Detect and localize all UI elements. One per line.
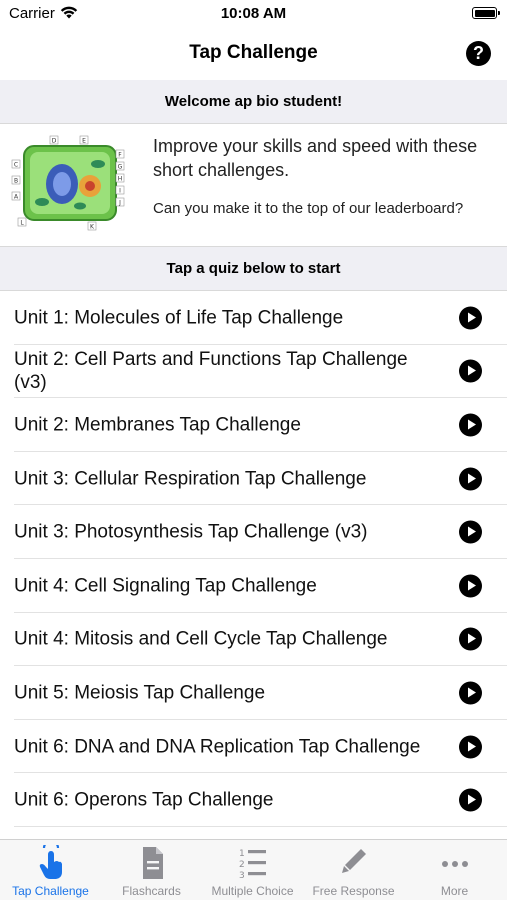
quiz-title: Unit 3: Photosynthesis Tap Challenge (v3… — [14, 521, 368, 543]
quiz-row[interactable]: Unit 3: Photosynthesis Tap Challenge (v3… — [0, 505, 507, 559]
play-icon[interactable] — [459, 306, 482, 330]
diagram-label: B — [14, 178, 18, 185]
diagram-label: H — [118, 176, 123, 183]
plant-cell-diagram-icon: D E F G H I J K L A B C — [11, 135, 125, 231]
play-icon[interactable] — [459, 627, 482, 651]
quiz-title: Unit 2: Membranes Tap Challenge — [14, 414, 301, 436]
diagram-label: C — [14, 162, 18, 169]
quiz-title: Unit 4: Mitosis and Cell Cycle Tap Chall… — [14, 628, 388, 650]
status-bar: Carrier 10:08 AM — [0, 0, 507, 28]
diagram-label: E — [82, 138, 86, 145]
diagram-label: G — [118, 164, 123, 171]
quiz-title: Unit 4: Cell Signaling Tap Challenge — [14, 575, 317, 597]
battery-icon — [472, 7, 500, 19]
quiz-row[interactable]: Unit 2: Membranes Tap Challenge — [0, 398, 507, 452]
tab-more[interactable]: More — [404, 840, 505, 901]
section-header-text: Tap a quiz below to start — [166, 260, 341, 277]
quiz-row[interactable]: Unit 6: DNA and DNA Replication Tap Chal… — [0, 720, 507, 774]
svg-text:3: 3 — [239, 871, 245, 881]
quiz-row[interactable]: Unit 6: Operons Tap Challenge — [0, 773, 507, 827]
quiz-row[interactable]: Unit 3: Cellular Respiration Tap Challen… — [0, 452, 507, 506]
svg-text:2: 2 — [239, 860, 245, 870]
tab-label: More — [440, 884, 469, 898]
play-icon[interactable] — [459, 788, 482, 812]
play-icon[interactable] — [459, 574, 482, 598]
play-icon[interactable] — [459, 735, 482, 759]
play-icon[interactable] — [459, 681, 482, 705]
diagram-label: I — [119, 188, 121, 195]
page-title: Tap Challenge — [189, 42, 318, 63]
quiz-row[interactable]: Unit 1: Molecules of Life Tap Challenge — [0, 291, 507, 345]
quiz-title: Unit 5: Meiosis Tap Challenge — [14, 682, 266, 704]
status-time: 10:08 AM — [220, 5, 287, 22]
diagram-label: J — [118, 200, 121, 207]
play-icon[interactable] — [459, 467, 482, 491]
svg-text:1: 1 — [239, 849, 245, 859]
quiz-title: Unit 2: Cell Parts and Functions Tap Cha… — [14, 349, 408, 394]
quiz-row[interactable]: Unit 5: Meiosis Tap Challenge — [0, 666, 507, 720]
quiz-row[interactable]: Unit 4: Mitosis and Cell Cycle Tap Chall… — [0, 613, 507, 667]
intro-section: D E F G H I J K L A B C Improve your ski… — [0, 124, 507, 246]
welcome-text: Welcome ap bio student! — [164, 93, 343, 110]
tap-hand-icon — [39, 845, 62, 879]
quiz-row[interactable]: Unit 4: Cell Signaling Tap Challenge — [0, 559, 507, 613]
navigation-bar: Tap Challenge ? — [0, 28, 507, 81]
play-icon[interactable] — [459, 413, 482, 437]
play-icon[interactable] — [459, 520, 482, 544]
intro-subtext: Can you make it to the top of our leader… — [153, 200, 464, 217]
quiz-title: Unit 6: DNA and DNA Replication Tap Chal… — [14, 736, 421, 758]
play-icon[interactable] — [459, 359, 482, 383]
tab-free-response[interactable]: Free Response — [303, 840, 404, 901]
flashcard-icon — [143, 847, 163, 879]
diagram-label: F — [118, 152, 122, 159]
tab-label: Free Response — [312, 884, 395, 898]
more-dots-icon — [442, 861, 468, 867]
welcome-banner: Welcome ap bio student! — [0, 80, 507, 124]
tab-multiple-choice[interactable]: 123 Multiple Choice — [202, 840, 303, 901]
quiz-row[interactable]: Unit 2: Cell Parts and Functions Tap Cha… — [0, 345, 507, 399]
tab-flashcards[interactable]: Flashcards — [101, 840, 202, 901]
quiz-title: Unit 6: Operons Tap Challenge — [14, 789, 274, 811]
quiz-title: Unit 1: Molecules of Life Tap Challenge — [14, 307, 344, 329]
help-button[interactable]: ? — [466, 41, 491, 66]
numbered-list-icon: 123 — [239, 849, 266, 881]
tab-bar: Tap Challenge Flashcards 123 Multiple Ch… — [0, 839, 507, 900]
tab-label: Multiple Choice — [211, 884, 294, 898]
diagram-label: D — [52, 138, 57, 145]
tab-label: Tap Challenge — [12, 884, 89, 898]
pencil-icon — [342, 849, 366, 873]
quiz-list: Unit 1: Molecules of Life Tap Challenge … — [0, 291, 507, 839]
intro-description: Improve your skills and speed with these… — [153, 136, 478, 180]
tab-tap-challenge[interactable]: Tap Challenge — [0, 840, 101, 901]
quiz-title: Unit 3: Cellular Respiration Tap Challen… — [14, 468, 367, 490]
section-header: Tap a quiz below to start — [0, 246, 507, 291]
tab-label: Flashcards — [122, 884, 181, 898]
